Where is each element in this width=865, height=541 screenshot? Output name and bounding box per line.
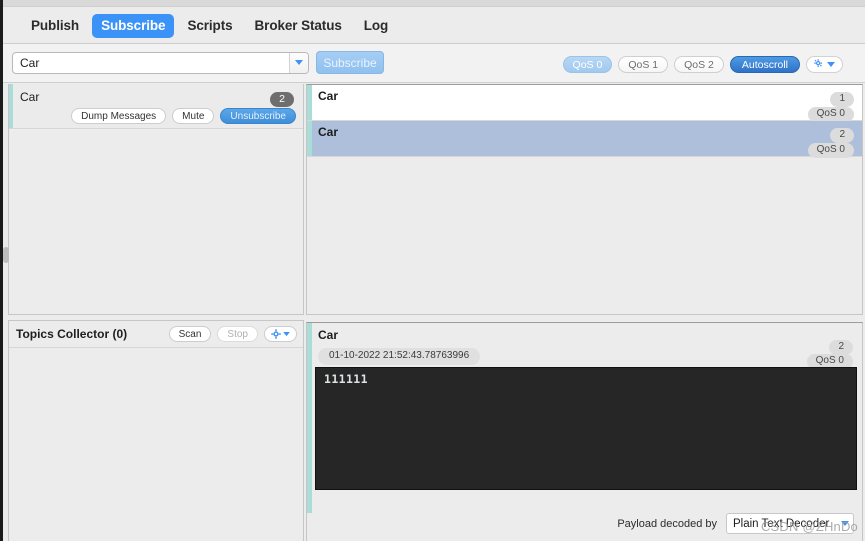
chevron-down-icon [827,61,835,67]
topics-collector-title: Topics Collector (0) [16,327,128,341]
subscription-accent-bar [9,84,13,128]
subscribe-settings-button[interactable] [806,56,843,73]
payload-decoder-row: Payload decoded by Plain Text Decoder [617,513,854,534]
detail-timestamp: 01-10-2022 21:52:43.78763996 [318,348,481,365]
subscription-count-badge: 2 [270,92,294,107]
gear-icon [814,59,835,70]
tab-subscribe[interactable]: Subscribe [92,14,175,38]
message-accent-bar [307,121,312,156]
detail-topic: Car [318,328,339,342]
topic-dropdown-toggle[interactable] [289,53,308,73]
subscription-item-car[interactable]: Car 2 Dump Messages Mute Unsubscribe [9,84,303,129]
mqtt-client-window: Publish Subscribe Scripts Broker Status … [0,0,865,541]
stop-button[interactable]: Stop [217,326,258,342]
mute-button[interactable]: Mute [172,108,215,124]
messages-empty-area [307,159,862,314]
window-left-edge [0,0,3,541]
qos-0-button[interactable]: QoS 0 [562,56,613,73]
chevron-down-icon[interactable] [837,520,853,527]
topic-input-value: Car [20,56,40,70]
subscriptions-panel: Car 2 Dump Messages Mute Unsubscribe [8,84,304,315]
subscription-actions: Dump Messages Mute Unsubscribe [71,108,296,124]
message-row[interactable]: Car 2 QoS 0 [307,121,862,158]
dump-messages-button[interactable]: Dump Messages [71,108,167,124]
payload-decoder-select[interactable]: Plain Text Decoder [726,513,854,534]
topics-collector-settings-button[interactable] [264,326,297,342]
message-accent-bar [307,85,312,120]
chevron-down-icon [283,331,290,336]
toolbar-right-controls: QoS 0 QoS 1 QoS 2 Autoscroll [562,56,843,73]
subscriptions-empty-area [9,130,303,314]
qos-2-button[interactable]: QoS 2 [674,56,724,73]
payload-text: 111111 [324,372,368,386]
topics-collector-header: Topics Collector (0) Scan Stop [9,321,303,348]
left-panel-scrollbar[interactable] [3,247,9,263]
message-topic: Car [318,125,339,139]
subscribe-button[interactable]: Subscribe [316,51,384,74]
topic-input[interactable]: Car [12,52,309,74]
message-qos-wrap: QoS 0 [807,103,854,122]
right-column: Car 1 QoS 0 Car 2 QoS 0 Car 2 01-10-2022… [305,84,865,541]
left-column: Car 2 Dump Messages Mute Unsubscribe Top… [3,84,305,541]
tab-log[interactable]: Log [355,14,397,38]
message-detail-panel: Car 2 01-10-2022 21:52:43.78763996 QoS 0… [306,322,863,541]
gear-icon [271,329,290,339]
message-qos-badge: QoS 0 [807,107,854,122]
tab-scripts[interactable]: Scripts [178,14,241,38]
tab-publish[interactable]: Publish [22,14,88,38]
payload-viewer[interactable]: 111111 [315,367,857,490]
topics-collector-actions: Scan Stop [168,326,297,342]
autoscroll-button[interactable]: Autoscroll [729,56,800,73]
detail-accent-bar [307,323,312,513]
topics-collector-panel: Topics Collector (0) Scan Stop [8,320,304,541]
scan-button[interactable]: Scan [168,326,212,342]
message-topic: Car [318,89,339,103]
tab-broker-status[interactable]: Broker Status [246,14,351,38]
main-tabbar: Publish Subscribe Scripts Broker Status … [0,8,865,44]
unsubscribe-button[interactable]: Unsubscribe [220,108,296,124]
payload-decoder-value: Plain Text Decoder [733,517,830,530]
subscription-count-wrap: 2 [270,89,294,107]
window-top-strip [0,0,865,7]
message-qos-wrap: QoS 0 [807,139,854,158]
payload-decoder-label: Payload decoded by [617,517,717,530]
messages-list: Car 1 QoS 0 Car 2 QoS 0 [306,84,863,315]
subscription-topic-label: Car [20,90,40,104]
qos-1-button[interactable]: QoS 1 [618,56,669,73]
message-row[interactable]: Car 1 QoS 0 [307,85,862,122]
message-qos-badge: QoS 0 [807,143,854,158]
